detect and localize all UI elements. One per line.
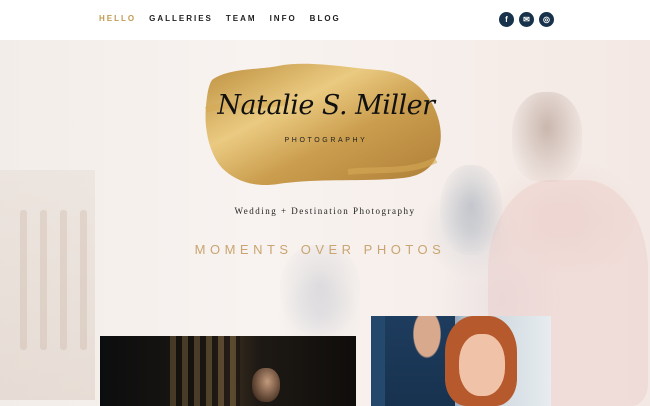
main-nav: HELLO GALLERIES TEAM INFO BLOG [99, 14, 341, 23]
nav-item-team[interactable]: TEAM [226, 14, 257, 23]
hero-motto: MOMENTS OVER PHOTOS [194, 242, 446, 257]
email-icon[interactable]: ✉ [519, 12, 534, 27]
logo-subtitle: PHOTOGRAPHY [284, 137, 368, 144]
hero-tagline: Wedding + Destination Photography [234, 206, 416, 216]
logo-signature: Natalie S. Miller [217, 90, 435, 121]
site-logo[interactable]: Natalie S. Miller PHOTOGRAPHY [198, 40, 448, 192]
gallery-photo-bride-window[interactable] [100, 336, 356, 406]
site-header: HELLO GALLERIES TEAM INFO BLOG f ✉ ◎ [0, 0, 650, 40]
facebook-icon[interactable]: f [499, 12, 514, 27]
nav-item-hello[interactable]: HELLO [99, 14, 136, 23]
gallery-photo-couple[interactable] [371, 316, 551, 406]
social-links: f ✉ ◎ [499, 12, 554, 27]
instagram-icon[interactable]: ◎ [539, 12, 554, 27]
background-figure [280, 245, 360, 335]
nav-item-info[interactable]: INFO [270, 14, 297, 23]
nav-item-galleries[interactable]: GALLERIES [149, 14, 213, 23]
woman-face [459, 334, 505, 396]
nav-item-blog[interactable]: BLOG [310, 14, 341, 23]
staircase-railing [0, 170, 95, 400]
window-light [170, 336, 240, 406]
bride-figure [512, 92, 582, 182]
bride-portrait [252, 368, 280, 402]
